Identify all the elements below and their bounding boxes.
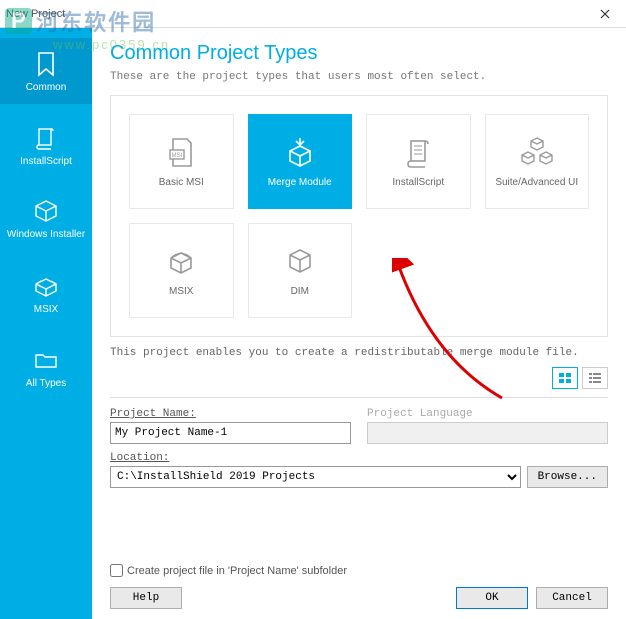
view-list-button[interactable]	[582, 367, 608, 389]
window-titlebar: New Project	[0, 0, 626, 28]
ok-button[interactable]: OK	[456, 587, 528, 609]
grid-icon	[558, 372, 572, 384]
cancel-button[interactable]: Cancel	[536, 587, 608, 609]
tile-label: InstallScript	[392, 177, 444, 188]
package-icon	[32, 197, 60, 225]
location-select[interactable]: C:\InstallShield 2019 Projects	[110, 466, 521, 488]
sidebar-item-label: InstallScript	[20, 156, 72, 167]
script-icon	[32, 124, 60, 152]
help-button[interactable]: Help	[110, 587, 182, 609]
merge-module-icon	[280, 135, 320, 171]
subfolder-checkbox-row[interactable]: Create project file in 'Project Name' su…	[110, 564, 608, 577]
sidebar-item-windows-installer[interactable]: Windows Installer	[0, 186, 92, 252]
subfolder-checkbox[interactable]	[110, 564, 123, 577]
tile-label: DIM	[291, 286, 309, 297]
sidebar-item-label: MSIX	[34, 304, 58, 315]
svg-text:MSI: MSI	[172, 153, 183, 159]
sidebar-item-msix[interactable]: MSIX	[0, 260, 92, 326]
tile-label: Merge Module	[268, 177, 332, 188]
window-title: New Project	[6, 8, 65, 20]
sidebar-item-common[interactable]: Common	[0, 38, 92, 104]
page-subheading: These are the project types that users m…	[110, 71, 608, 83]
tile-merge-module[interactable]: Merge Module	[248, 114, 353, 209]
packages-icon	[517, 135, 557, 171]
sidebar-item-label: Windows Installer	[7, 229, 85, 241]
location-label: Location:	[110, 452, 608, 464]
tile-label: Suite/Advanced UI	[495, 177, 578, 188]
project-language-label: Project Language	[367, 408, 608, 420]
scroll-icon	[398, 135, 438, 171]
list-icon	[588, 372, 602, 384]
tile-label: MSIX	[169, 286, 193, 297]
box-open-icon	[32, 272, 60, 300]
view-grid-button[interactable]	[552, 367, 578, 389]
divider	[110, 397, 608, 398]
project-name-input[interactable]	[110, 422, 351, 444]
tile-installscript[interactable]: InstallScript	[366, 114, 471, 209]
project-description: This project enables you to create a red…	[110, 347, 608, 359]
bookmark-icon	[32, 50, 60, 78]
subfolder-label: Create project file in 'Project Name' su…	[127, 565, 347, 577]
msi-file-icon: MSI	[161, 135, 201, 171]
sidebar-item-installscript[interactable]: InstallScript	[0, 112, 92, 178]
tile-dim[interactable]: DIM	[248, 223, 353, 318]
folder-icon	[32, 346, 60, 374]
close-button[interactable]	[590, 0, 620, 27]
category-sidebar: Common InstallScript Windows Installer M…	[0, 28, 92, 619]
sidebar-item-all-types[interactable]: All Types	[0, 334, 92, 400]
open-box-icon	[161, 244, 201, 280]
browse-button[interactable]: Browse...	[527, 466, 608, 488]
tile-basic-msi[interactable]: MSI Basic MSI	[129, 114, 234, 209]
tile-suite-advanced-ui[interactable]: Suite/Advanced UI	[485, 114, 590, 209]
close-icon	[600, 9, 610, 19]
sidebar-item-label: All Types	[26, 378, 66, 389]
project-type-grid: MSI Basic MSI Merge Module InstallScript…	[110, 95, 608, 337]
cube-icon	[280, 244, 320, 280]
project-language-select	[367, 422, 608, 444]
page-heading: Common Project Types	[110, 42, 608, 65]
tile-label: Basic MSI	[159, 177, 204, 188]
project-name-label: Project Name:	[110, 408, 351, 420]
tile-msix[interactable]: MSIX	[129, 223, 234, 318]
sidebar-item-label: Common	[26, 82, 67, 93]
